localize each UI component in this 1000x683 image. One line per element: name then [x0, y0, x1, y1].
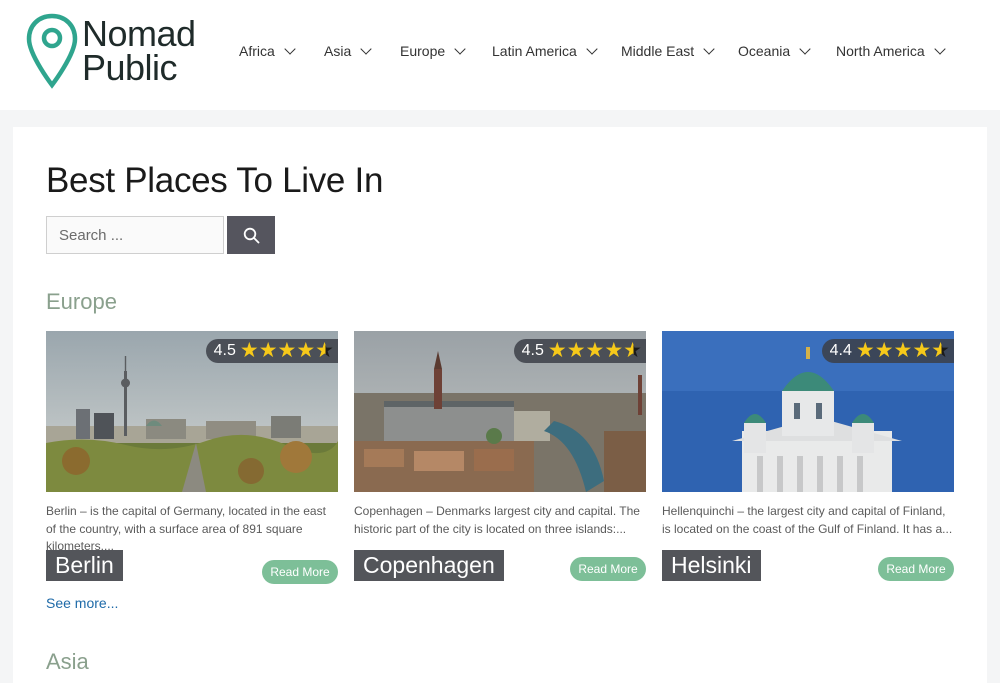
star-icon: ★ — [258, 339, 278, 362]
star-icon: ★ — [566, 339, 586, 362]
half-star-icon: ★ — [931, 339, 950, 362]
rating-badge: 4.4 ★ ★ ★ ★ ★ — [821, 339, 954, 363]
star-icon: ★ — [296, 339, 316, 362]
nav-item-africa[interactable]: Africa — [239, 43, 296, 59]
star-icon: ★ — [585, 339, 605, 362]
nav-item-oceania[interactable]: Oceania — [738, 43, 811, 59]
star-icon: ★ — [893, 339, 913, 362]
city-description: Copenhagen – Denmarks largest city and c… — [354, 504, 640, 536]
nav-label: Africa — [239, 43, 275, 59]
star-icon: ★ — [912, 339, 932, 362]
rating-value: 4.5 — [213, 342, 236, 359]
chevron-down-icon — [284, 43, 296, 55]
city-name[interactable]: Copenhagen — [354, 550, 504, 581]
half-star-icon: ★ — [315, 339, 334, 362]
chevron-down-icon — [360, 43, 372, 55]
rating-value: 4.4 — [829, 342, 852, 359]
star-icon: ★ — [874, 339, 894, 362]
search-input[interactable] — [46, 216, 224, 254]
chevron-down-icon — [799, 43, 811, 55]
nav-item-asia[interactable]: Asia — [324, 43, 372, 59]
city-card-helsinki: 4.4 ★ ★ ★ ★ ★ Helsinki Hellenquinchi – the l… — [662, 331, 954, 581]
nav-label: Oceania — [738, 43, 791, 59]
nav-item-middle-east[interactable]: Middle East — [621, 43, 715, 59]
rating-badge: 4.5 ★ ★ ★ ★ ★ — [513, 339, 646, 363]
chevron-down-icon — [703, 43, 715, 55]
search-button[interactable] — [227, 216, 275, 254]
site-header: Nomad Public Africa Asia Europe Latin Am… — [0, 0, 1000, 110]
nav-label: North America — [836, 43, 925, 59]
half-star-icon: ★ — [623, 339, 642, 362]
rating-stars: ★ ★ ★ ★ ★ — [548, 340, 642, 362]
city-name[interactable]: Helsinki — [662, 550, 761, 581]
rating-value: 4.5 — [521, 342, 544, 359]
see-more-link-europe[interactable]: See more... — [46, 595, 118, 611]
page-title: Best Places To Live In — [46, 161, 384, 200]
main-content: Best Places To Live In Europe — [13, 127, 987, 683]
nav-label: Asia — [324, 43, 352, 59]
main-nav: Africa Asia Europe Latin America Middle … — [0, 0, 1000, 104]
star-icon: ★ — [239, 339, 259, 362]
star-icon: ★ — [547, 339, 567, 362]
rating-stars: ★ ★ ★ ★ ★ — [240, 340, 334, 362]
city-card-berlin: 4.5 ★ ★ ★ ★ ★ Berlin Berlin – is the capital… — [46, 331, 338, 584]
read-more-button-copenhagen[interactable]: Read More — [570, 557, 646, 581]
read-more-button-berlin[interactable]: Read More — [262, 560, 338, 584]
city-description: Berlin – is the capital of Germany, loca… — [46, 504, 326, 553]
star-icon: ★ — [604, 339, 624, 362]
chevron-down-icon — [454, 43, 466, 55]
nav-item-latin-america[interactable]: Latin America — [492, 43, 598, 59]
section-title-asia: Asia — [46, 649, 89, 674]
nav-item-north-america[interactable]: North America — [836, 43, 946, 59]
nav-label: Latin America — [492, 43, 577, 59]
nav-label: Europe — [400, 43, 446, 59]
star-icon: ★ — [277, 339, 297, 362]
search-icon — [243, 227, 259, 243]
star-icon: ★ — [855, 339, 875, 362]
rating-badge: 4.5 ★ ★ ★ ★ ★ — [205, 339, 338, 363]
city-description: Hellenquinchi – the largest city and cap… — [662, 504, 953, 536]
read-more-button-helsinki[interactable]: Read More — [878, 557, 954, 581]
section-title-europe: Europe — [46, 289, 117, 314]
city-card-copenhagen: 4.5 ★ ★ ★ ★ ★ Copenhagen Copenhagen – Denmar… — [354, 331, 646, 581]
chevron-down-icon — [934, 43, 946, 55]
rating-stars: ★ ★ ★ ★ ★ — [856, 340, 950, 362]
chevron-down-icon — [586, 43, 598, 55]
nav-item-europe[interactable]: Europe — [400, 43, 466, 59]
nav-label: Middle East — [621, 43, 695, 59]
